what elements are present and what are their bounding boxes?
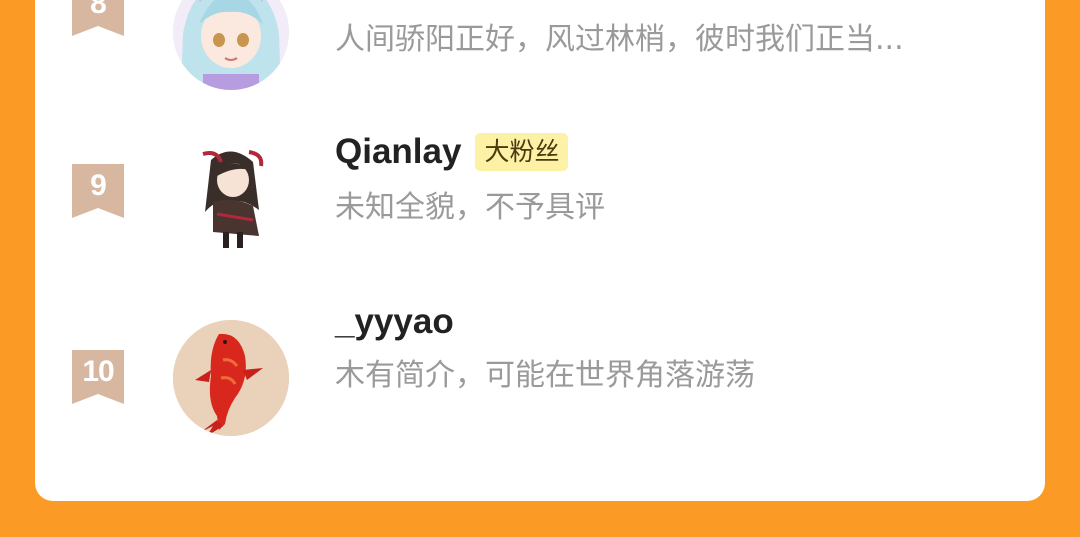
chibi-character-avatar-icon	[173, 140, 289, 256]
fan-name-line: Qianlay 大粉丝	[335, 130, 569, 174]
fan-bio: 木有简介，可能在世界角落游荡	[335, 358, 755, 393]
fan-bio: 未知全貌，不予具评	[335, 190, 605, 225]
rank-number: 8	[90, 0, 107, 20]
avatar[interactable]	[173, 140, 289, 256]
fan-badge: 大粉丝	[475, 133, 569, 171]
avatar[interactable]	[173, 0, 289, 90]
rank-ribbon: 10	[72, 350, 124, 404]
fan-name[interactable]: Qianlay	[335, 132, 461, 172]
fan-name-line: _yyyao	[335, 300, 454, 344]
rank-number: 10	[82, 355, 114, 388]
anime-girl-avatar-icon	[173, 0, 289, 90]
rank-number: 9	[90, 169, 107, 202]
fan-name[interactable]: _yyyao	[335, 302, 454, 342]
fan-bio: 人间骄阳正好，风过林梢，彼时我们正当...	[335, 22, 904, 57]
fan-row[interactable]: 8 人间骄阳正好，风过林梢，彼时我们正当...	[35, 0, 1045, 94]
fan-ranking-card: 8 人间骄阳正好，风过林梢，彼时我们正当... 9 Qianlay 大粉丝 未知…	[35, 0, 1045, 501]
fan-row[interactable]: 10 _yyyao 木有简介，可能在世界角落游荡	[35, 294, 1045, 474]
fan-row[interactable]: 9 Qianlay 大粉丝 未知全貌，不予具评	[35, 114, 1045, 294]
avatar[interactable]	[173, 320, 289, 436]
rank-ribbon: 9	[72, 164, 124, 218]
rank-ribbon: 8	[72, 0, 124, 36]
koi-fish-avatar-icon	[173, 320, 289, 436]
